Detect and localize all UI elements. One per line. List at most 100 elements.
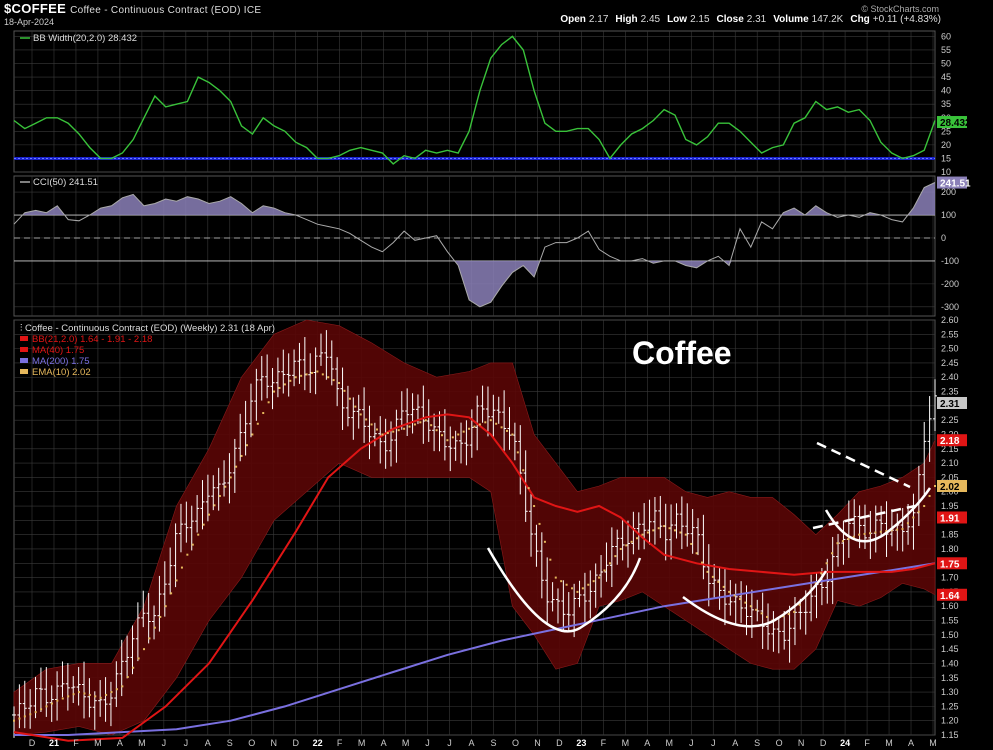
ema10-dot	[392, 430, 395, 433]
y-tick-label: 2.10	[941, 458, 959, 468]
ema10-dot	[235, 465, 238, 468]
ema10-dot	[365, 418, 368, 421]
x-tick-label: M	[885, 738, 893, 748]
x-tick-label: M	[622, 738, 630, 748]
ema10-dot	[923, 505, 926, 508]
ema10-dot	[506, 429, 509, 432]
symbol: $COFFEE	[4, 1, 67, 16]
x-tick-label: S	[227, 738, 233, 748]
x-tick-label: A	[117, 738, 123, 748]
ema10-dot	[278, 386, 281, 389]
y-tick-label: 2.55	[941, 329, 959, 339]
ema10-dot	[446, 439, 449, 442]
x-tick-label: M	[402, 738, 410, 748]
ema10-dot	[381, 433, 384, 436]
ema10-dot	[831, 552, 834, 555]
ema10-dot	[305, 373, 308, 376]
ema10-dot	[56, 699, 59, 702]
ema10-dot	[711, 575, 714, 578]
ema10-dot	[554, 576, 557, 579]
ema10-dot	[500, 426, 503, 429]
ohlc-label-low: Low	[667, 14, 688, 25]
legend-swatch	[20, 347, 28, 352]
date-label: 18-Apr-2024	[4, 17, 55, 27]
ema10-dot	[316, 370, 319, 373]
ema10-dot	[603, 569, 606, 572]
y-tick-label: -300	[941, 302, 959, 312]
ema10-dot	[901, 527, 904, 530]
ema10-dot	[858, 533, 861, 536]
ema10-dot	[338, 381, 341, 384]
y-tick-label: 55	[941, 45, 951, 55]
ema10-dot	[608, 562, 611, 565]
ema10-dot	[874, 531, 877, 534]
legend-item-part: 1.75	[66, 345, 85, 356]
ema10-dot	[359, 413, 362, 416]
x-tick-label: J	[425, 738, 430, 748]
x-tick-label: N	[270, 738, 277, 748]
ema10-dot	[245, 444, 248, 447]
y-tick-label: 2.45	[941, 358, 959, 368]
ema10-dot	[543, 540, 546, 543]
ema10-dot	[289, 379, 292, 382]
ema10-dot	[701, 561, 704, 564]
ema10-dot	[576, 590, 579, 593]
y-tick-label: 1.30	[941, 687, 959, 697]
ema10-dot	[18, 717, 21, 720]
ema10-dot	[457, 433, 460, 436]
ema10-dot	[484, 421, 487, 424]
ema10-dot	[912, 516, 915, 519]
x-tick-label: S	[754, 738, 760, 748]
ema10-dot	[538, 522, 541, 525]
x-tick-label: F	[864, 738, 870, 748]
ema10-dot	[267, 401, 270, 404]
y-tick-label: 1.45	[941, 644, 959, 654]
ohlc-label-volume: Volume	[773, 14, 809, 25]
x-tick-label: D	[29, 738, 36, 748]
x-tick-label: J	[689, 738, 694, 748]
ema10-dot	[766, 615, 769, 618]
chart-annotation: Coffee	[632, 335, 732, 371]
ema10-dot	[105, 693, 108, 696]
y-tick-label: 1.85	[941, 530, 959, 540]
ohlc-value-low: 2.15	[690, 14, 710, 25]
x-tick-label: 24	[840, 738, 850, 748]
legend-item-part: MA(40)	[32, 345, 66, 356]
ema10-dot	[310, 371, 313, 374]
ema10-dot	[560, 580, 563, 583]
ema10-dot	[934, 485, 936, 487]
legend-swatch	[20, 358, 28, 363]
x-tick-label: M	[666, 738, 674, 748]
ema10-dot	[61, 697, 64, 700]
y-tick-label: -100	[941, 256, 959, 266]
ema10-dot	[896, 528, 899, 531]
ema10-dot	[722, 585, 725, 588]
bbwidth-current-label: 28.432	[940, 118, 971, 129]
ohlc-label-high: High	[615, 14, 638, 25]
x-tick-label: M	[94, 738, 102, 748]
ema10-dot	[180, 566, 183, 569]
y-tick-label: 100	[941, 210, 956, 220]
ema10-dot	[717, 580, 720, 583]
x-tick-label: F	[73, 738, 79, 748]
legend-item-part: 2.02	[72, 367, 91, 378]
price-right-label: 2.31	[940, 399, 960, 410]
ema10-dot	[652, 529, 655, 532]
ema10-dot	[820, 572, 823, 575]
ema10-dot	[397, 429, 400, 432]
ema10-dot	[218, 495, 221, 498]
ema10-dot	[684, 533, 687, 536]
y-tick-label: 1.40	[941, 658, 959, 668]
y-tick-label: 2.25	[941, 415, 959, 425]
ema10-dot	[749, 605, 752, 608]
y-tick-label: 1.80	[941, 544, 959, 554]
ema10-dot	[121, 685, 124, 688]
x-tick-label: J	[162, 738, 167, 748]
ema10-dot	[657, 527, 660, 530]
x-tick-label: A	[469, 738, 475, 748]
ema10-dot	[527, 487, 530, 490]
ema10-dot	[83, 692, 86, 695]
ema10-dot	[533, 505, 536, 508]
ema10-dot	[354, 405, 357, 408]
ema10-dot	[744, 601, 747, 604]
